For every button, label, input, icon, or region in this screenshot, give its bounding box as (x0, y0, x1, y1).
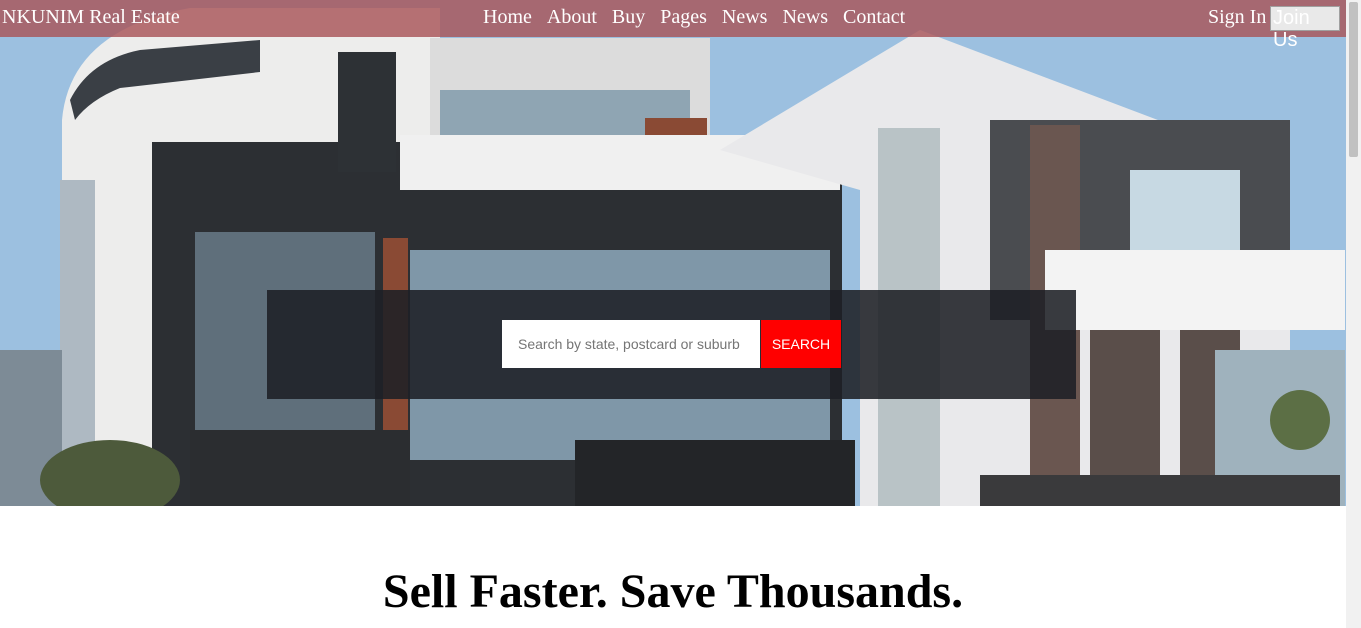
nav-item-news[interactable]: News (722, 6, 768, 29)
nav-item-pages[interactable]: Pages (660, 6, 707, 29)
join-us-button[interactable]: Join Us (1270, 6, 1340, 51)
nav-item-about[interactable]: About (547, 6, 597, 29)
search-button[interactable]: SEARCH (761, 320, 841, 368)
hero-banner: SEARCH (0, 0, 1346, 506)
brand-logo[interactable]: NKUNIM Real Estate (2, 6, 180, 29)
nav-item-news-2[interactable]: News (782, 6, 828, 29)
scrollbar-thumb[interactable] (1349, 2, 1358, 157)
nav-item-home[interactable]: Home (483, 6, 532, 29)
nav-links: Home About Buy Pages News News Contact (483, 6, 920, 29)
page-headline: Sell Faster. Save Thousands. (382, 565, 964, 618)
hero-house-image (0, 0, 1346, 506)
nav-item-contact[interactable]: Contact (843, 6, 905, 29)
nav-item-buy[interactable]: Buy (612, 6, 645, 29)
search-panel: SEARCH (267, 290, 1076, 399)
sign-in-link[interactable]: Sign In (1208, 6, 1266, 29)
vertical-scrollbar[interactable] (1346, 0, 1361, 628)
top-navbar: NKUNIM Real Estate Home About Buy Pages … (0, 0, 1346, 51)
search-input[interactable] (502, 320, 760, 368)
